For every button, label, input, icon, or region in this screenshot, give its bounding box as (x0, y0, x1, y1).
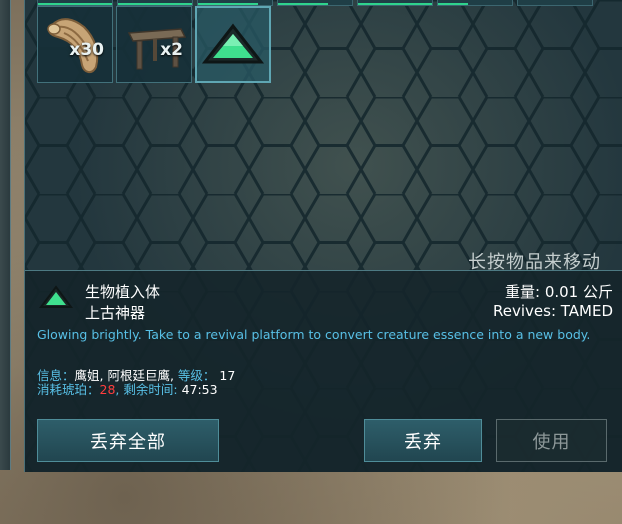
inventory-slot-implant[interactable] (195, 6, 271, 83)
inventory-slot[interactable] (517, 0, 593, 6)
time-value: 47:53 (181, 382, 218, 397)
inventory-slot[interactable] (277, 0, 353, 6)
inventory-slot-bench[interactable]: x2 (116, 6, 192, 83)
inventory-slot-wood[interactable]: x30 (37, 6, 113, 83)
level-value: 17 (219, 368, 236, 383)
info-label: 信息： (37, 368, 75, 383)
drop-button[interactable]: 丢弃 (364, 419, 482, 462)
creature-info: 信息：鹰姐, 阿根廷巨鹰, 等级： 17 消耗琥珀：28, 剩余时间: 47:5… (37, 369, 235, 397)
use-button[interactable]: 使用 (496, 419, 607, 462)
inventory-slot[interactable] (437, 0, 513, 6)
item-description: Glowing brightly. Take to a revival plat… (37, 327, 591, 342)
time-label: , 剩余时间: (115, 382, 182, 397)
left-panel-edge (0, 0, 11, 470)
inventory-slot[interactable] (357, 0, 433, 6)
item-quality: 上古神器 (85, 304, 146, 322)
item-details-panel: 生物植入体 上古神器 重量: 0.01 公斤 Revives: TAMED Gl… (25, 270, 622, 472)
green-triangle-implant-icon (201, 23, 265, 64)
amber-label: 消耗琥珀： (37, 382, 100, 397)
item-quantity: x2 (160, 40, 183, 60)
level-label: 等级： (177, 368, 216, 383)
item-weight: 重量: 0.01 公斤 (505, 283, 613, 301)
item-revives: Revives: TAMED (493, 302, 613, 320)
amber-value: 28 (99, 382, 116, 397)
info-value: 鹰姐, 阿根廷巨鹰, (74, 368, 178, 383)
implant-small-icon (39, 285, 73, 308)
item-quantity: x30 (69, 40, 104, 60)
drop-all-button[interactable]: 丢弃全部 (37, 419, 219, 462)
item-name: 生物植入体 (85, 283, 161, 301)
inventory-panel: x30 x2 长按物品来移动 生物植入体 上古神器 重量: 0.01 公斤 Re… (24, 0, 622, 472)
